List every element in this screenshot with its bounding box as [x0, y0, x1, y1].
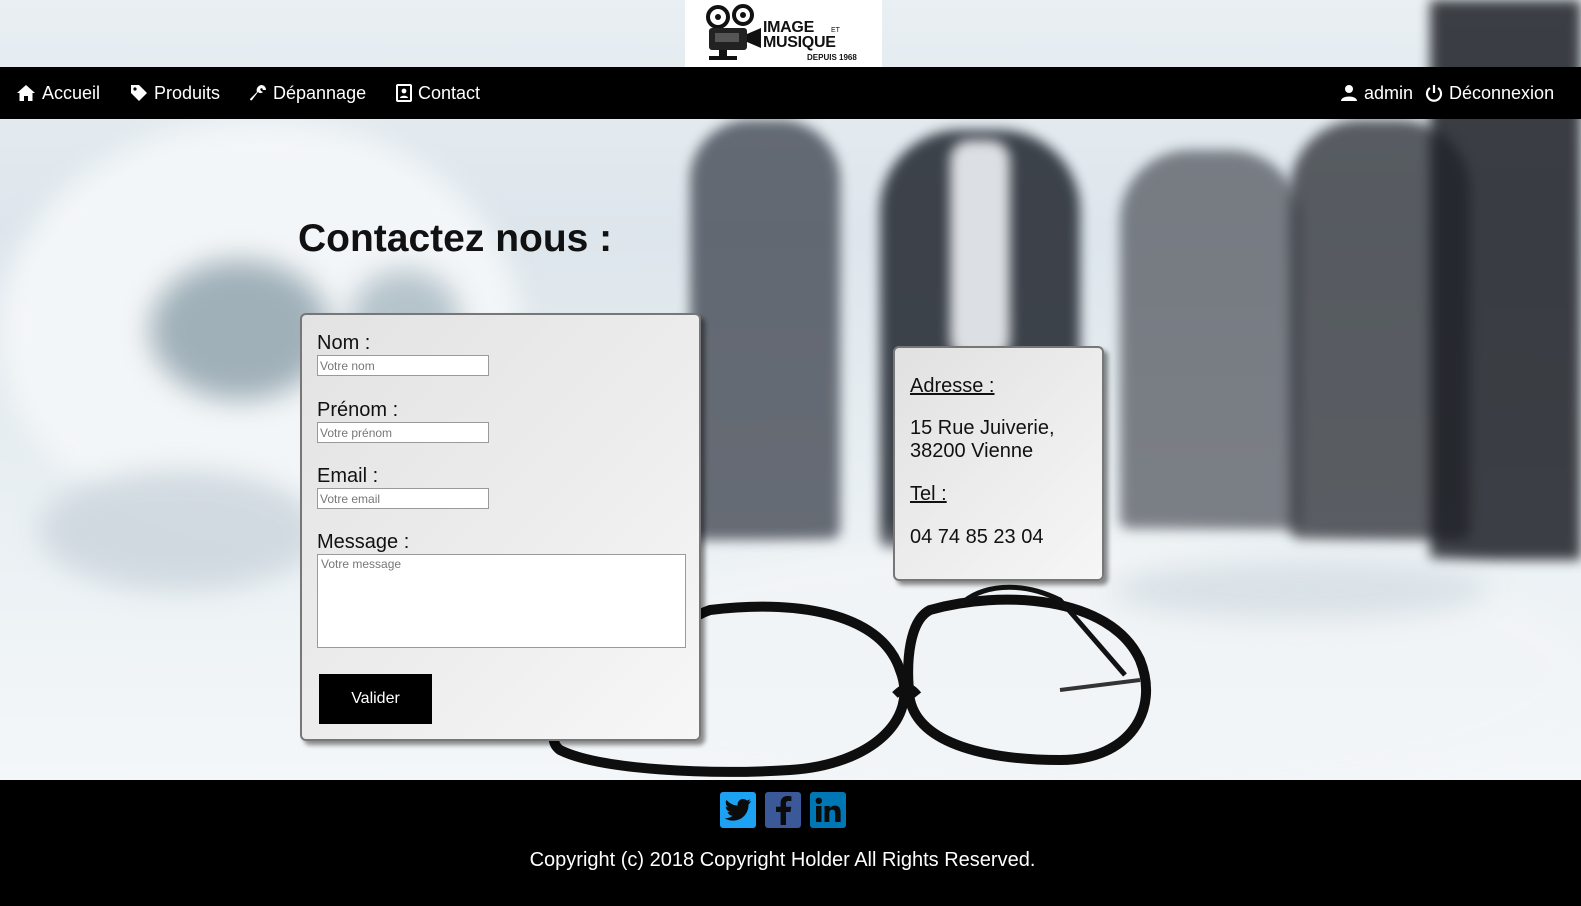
nav-produits[interactable]: Produits — [130, 67, 220, 119]
prenom-label: Prénom : — [317, 399, 399, 421]
logo-since: DEPUIS 1968 — [807, 53, 857, 62]
twitter-link[interactable] — [720, 792, 756, 828]
contact-info-card: Adresse : 15 Rue Juiverie, 38200 Vienne … — [893, 346, 1104, 581]
page-title: Contactez nous : — [298, 217, 613, 260]
tel-heading: Tel : — [910, 483, 947, 505]
email-input[interactable] — [317, 488, 489, 509]
nav-accueil[interactable]: Accueil — [16, 67, 100, 119]
user-icon — [1341, 85, 1357, 101]
nav-user-label: admin — [1364, 82, 1414, 103]
nav-contact[interactable]: Contact — [396, 67, 480, 119]
address-line2: 38200 Vienne — [910, 440, 1034, 462]
contact-form: Nom : Prénom : Email : Message : Valider — [300, 313, 701, 741]
address-heading: Adresse : — [910, 375, 995, 397]
site-logo[interactable]: IMAGE MUSIQUE ET DEPUIS 1968 — [685, 0, 882, 67]
facebook-link[interactable] — [765, 792, 801, 828]
movie-camera-icon — [706, 4, 761, 60]
prenom-input[interactable] — [317, 422, 489, 443]
logo-et: ET — [831, 27, 840, 34]
twitter-icon — [724, 799, 751, 821]
nav-depannage-label: Dépannage — [273, 82, 367, 103]
power-icon — [1425, 85, 1443, 102]
logo-wordmark: IMAGE MUSIQUE — [763, 19, 836, 51]
wrench-icon — [250, 85, 266, 101]
contact-card-icon — [396, 84, 412, 102]
linkedin-icon — [815, 797, 841, 822]
nav-produits-label: Produits — [154, 82, 221, 103]
nom-input[interactable] — [317, 355, 489, 376]
nav-logout-label: Déconnexion — [1449, 82, 1555, 103]
nav-accueil-label: Accueil — [42, 82, 101, 103]
nav-logout[interactable]: Déconnexion — [1425, 67, 1554, 119]
site-footer: Copyright (c) 2018 Copyright Holder All … — [0, 780, 1581, 906]
tel-value: 04 74 85 23 04 — [910, 526, 1044, 548]
facebook-icon — [776, 796, 792, 825]
nav-contact-label: Contact — [418, 82, 481, 103]
main-navbar: Accueil Produits Dépannage Contact admin — [0, 67, 1581, 119]
nav-user-admin[interactable]: admin — [1340, 67, 1413, 119]
nom-label: Nom : — [317, 332, 371, 354]
nav-depannage[interactable]: Dépannage — [249, 67, 366, 119]
linkedin-link[interactable] — [810, 792, 846, 828]
tag-icon — [131, 85, 147, 101]
address-line1: 15 Rue Juiverie, — [910, 417, 1055, 439]
message-label: Message : — [317, 531, 410, 553]
email-label: Email : — [317, 465, 379, 487]
home-icon — [17, 85, 35, 101]
valider-button[interactable]: Valider — [319, 674, 432, 724]
message-textarea[interactable] — [317, 554, 686, 648]
copyright-text: Copyright (c) 2018 Copyright Holder All … — [529, 849, 1036, 871]
